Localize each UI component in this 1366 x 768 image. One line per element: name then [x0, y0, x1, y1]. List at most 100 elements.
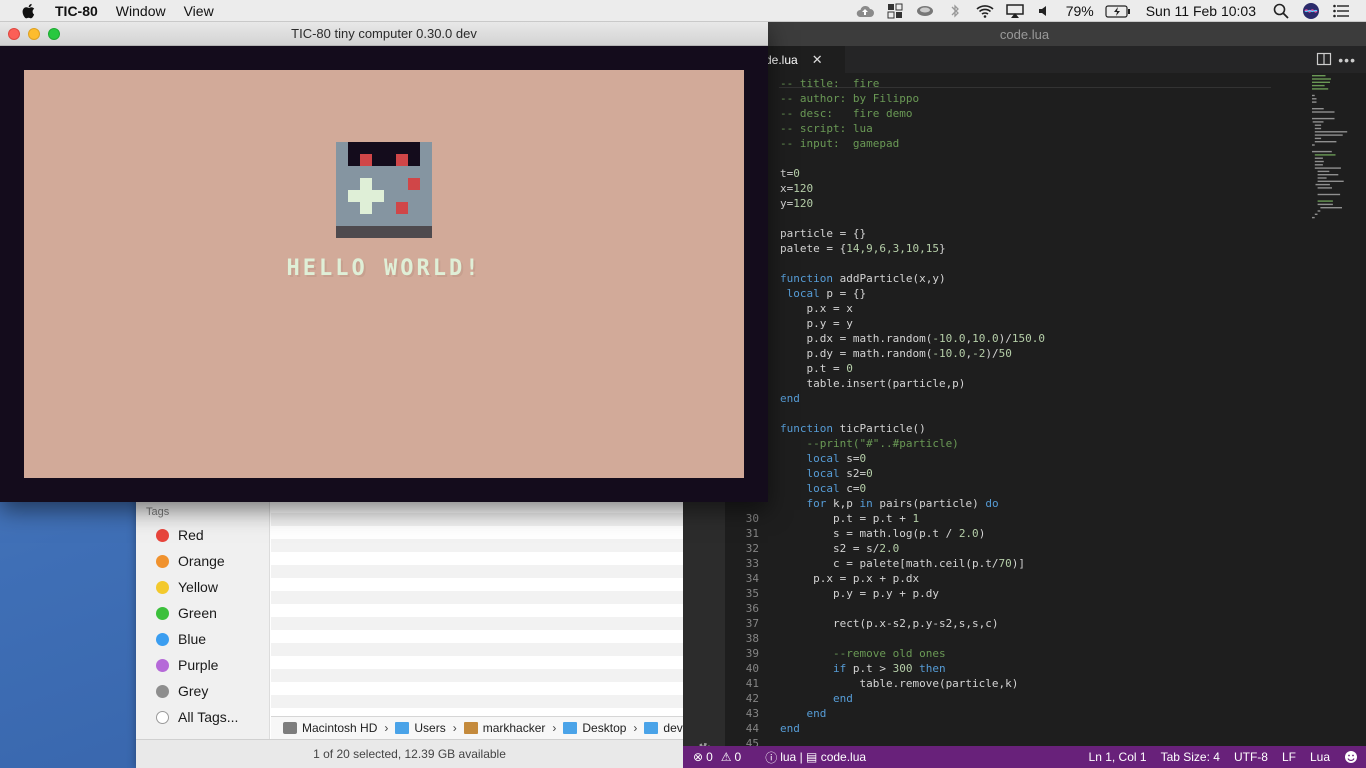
problems-indicator[interactable]: ⊗ 0 ⚠ 0 [683, 750, 748, 764]
code-line[interactable]: p.dx = math.random(-10.0,10.0)/150.0 [725, 331, 1265, 346]
list-row[interactable] [271, 630, 683, 643]
code-line[interactable] [725, 406, 1265, 421]
code-line[interactable]: -- input: gamepad [725, 136, 1265, 151]
minimize-window-button[interactable] [28, 28, 40, 40]
code-line[interactable]: 43 end [725, 706, 1265, 721]
code-line[interactable]: 30 p.t = p.t + 1 [725, 511, 1265, 526]
path-segment[interactable]: dev [644, 721, 683, 735]
list-row[interactable] [271, 708, 683, 716]
code-line[interactable]: function ticParticle() [725, 421, 1265, 436]
code-line[interactable]: local s2=0 [725, 466, 1265, 481]
wifi-icon[interactable] [974, 0, 996, 22]
language-mode[interactable]: Lua [1303, 750, 1337, 764]
cloud-upload-icon[interactable] [854, 0, 876, 22]
code-line[interactable]: end [725, 391, 1265, 406]
path-segment[interactable]: Users [395, 721, 446, 735]
code-line[interactable]: particle = {} [725, 226, 1265, 241]
list-row[interactable] [271, 656, 683, 669]
spotlight-search-icon[interactable] [1270, 0, 1292, 22]
battery-charging-icon[interactable] [1104, 0, 1132, 22]
list-row[interactable] [271, 695, 683, 708]
code-line[interactable]: 37 rect(p.x-s2,p.y-s2,s,s,c) [725, 616, 1265, 631]
code-line[interactable] [725, 151, 1265, 166]
code-line[interactable]: local s=0 [725, 451, 1265, 466]
code-line[interactable]: p.x = x [725, 301, 1265, 316]
list-row[interactable] [271, 617, 683, 630]
apple-menu-icon[interactable] [18, 0, 40, 22]
code-line[interactable]: 39 --remove old ones [725, 646, 1265, 661]
list-row[interactable] [271, 539, 683, 552]
list-row[interactable] [271, 578, 683, 591]
tag-item-alltags[interactable]: All Tags... [156, 707, 238, 727]
list-row[interactable] [271, 526, 683, 539]
clock[interactable]: Sun 11 Feb 10:03 [1146, 3, 1256, 19]
feedback-smiley-icon[interactable] [1337, 750, 1366, 764]
app-menu[interactable]: TIC-80 [46, 0, 107, 22]
code-line[interactable]: --print("#"..#particle) [725, 436, 1265, 451]
code-line[interactable]: 42 end [725, 691, 1265, 706]
code-line[interactable]: p.dy = math.random(-10.0,-2)/50 [725, 346, 1265, 361]
path-segment[interactable]: Macintosh HD [283, 721, 377, 735]
code-line[interactable]: 32 s2 = s/2.0 [725, 541, 1265, 556]
tab-size[interactable]: Tab Size: 4 [1154, 750, 1227, 764]
code-line[interactable]: 44 end [725, 721, 1265, 736]
cursor-position[interactable]: Ln 1, Col 1 [1082, 750, 1154, 764]
tag-item-green[interactable]: Green [156, 603, 217, 623]
list-row[interactable] [271, 643, 683, 656]
code-line[interactable]: 40 if p.t > 300 then [725, 661, 1265, 676]
code-line[interactable]: 41 table.remove(particle,k) [725, 676, 1265, 691]
encoding[interactable]: UTF-8 [1227, 750, 1275, 764]
bluetooth-icon[interactable] [944, 0, 966, 22]
list-row[interactable] [271, 604, 683, 617]
list-row[interactable] [271, 513, 683, 526]
code-line[interactable]: -- desc: fire demo [725, 106, 1265, 121]
code-line[interactable]: 45 [725, 736, 1265, 746]
battery-percentage[interactable]: 79% [1066, 3, 1094, 19]
tic80-screen[interactable]: HELLO WORLD! [24, 70, 744, 478]
code-line[interactable] [725, 211, 1265, 226]
code-line[interactable]: t=0 [725, 166, 1265, 181]
tag-item-grey[interactable]: Grey [156, 681, 208, 701]
code-line[interactable]: local c=0 [725, 481, 1265, 496]
window-menu[interactable]: Window [107, 0, 175, 22]
list-row[interactable] [271, 669, 683, 682]
code-line[interactable]: 33 c = palete[math.ceil(p.t/70)] [725, 556, 1265, 571]
code-line[interactable] [725, 256, 1265, 271]
tag-item-red[interactable]: Red [156, 525, 204, 545]
code-line[interactable]: 35 p.y = p.y + p.dy [725, 586, 1265, 601]
path-segment[interactable]: Desktop [563, 721, 626, 735]
code-line[interactable]: function addParticle(x,y) [725, 271, 1265, 286]
code-line[interactable]: for k,p in pairs(particle) do [725, 496, 1265, 511]
code-line[interactable]: 36 [725, 601, 1265, 616]
list-row[interactable] [271, 565, 683, 578]
code-line[interactable]: 31 s = math.log(p.t / 2.0) [725, 526, 1265, 541]
line-ending[interactable]: LF [1275, 750, 1303, 764]
more-actions-icon[interactable]: ••• [1338, 52, 1356, 68]
file-list[interactable] [271, 490, 683, 716]
code-line[interactable]: 38 [725, 631, 1265, 646]
notification-center-icon[interactable] [1330, 0, 1352, 22]
code-line[interactable]: 34 p.x = p.x + p.dx [725, 571, 1265, 586]
code-editor[interactable]: -- title: fire -- author: by Filippo -- de… [725, 73, 1366, 746]
split-editor-icon[interactable] [1316, 51, 1332, 67]
drive-icon[interactable] [914, 0, 936, 22]
close-window-button[interactable] [8, 28, 20, 40]
minimap[interactable] [1310, 73, 1356, 233]
list-row[interactable] [271, 552, 683, 565]
view-menu[interactable]: View [175, 0, 223, 22]
tag-item-purple[interactable]: Purple [156, 655, 218, 675]
code-line[interactable]: -- script: lua [725, 121, 1265, 136]
grid-app-icon[interactable] [884, 0, 906, 22]
language-status[interactable]: ⓘ lua | ▤ code.lua [758, 749, 873, 766]
airplay-icon[interactable] [1004, 0, 1026, 22]
tag-item-blue[interactable]: Blue [156, 629, 206, 649]
code-line[interactable]: x=120 [725, 181, 1265, 196]
code-line[interactable]: -- title: fire [725, 76, 1265, 91]
close-icon[interactable]: ✕ [812, 52, 823, 68]
list-row[interactable] [271, 591, 683, 604]
path-segment[interactable]: markhacker [463, 721, 545, 735]
code-line[interactable]: p.y = y [725, 316, 1265, 331]
code-line[interactable]: -- author: by Filippo [725, 91, 1265, 106]
siri-icon[interactable] [1300, 0, 1322, 22]
code-line[interactable]: p.t = 0 [725, 361, 1265, 376]
